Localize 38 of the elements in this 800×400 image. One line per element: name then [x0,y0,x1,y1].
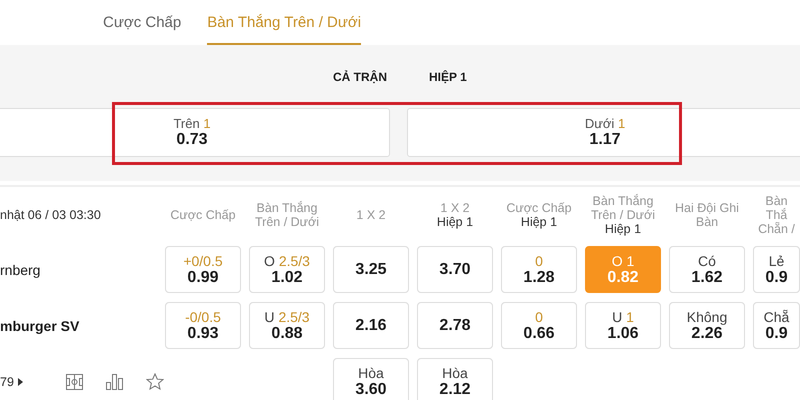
odds-button[interactable]: Có 1.62 [669,246,745,293]
pitch-icon[interactable] [66,374,83,390]
odds-button[interactable]: Chẵ 0.9 [753,302,800,349]
column-header: 1 X 2 Hiệp 1 [436,200,474,231]
team-name: mburger SV [0,318,80,334]
odds-button[interactable]: Lẻ 0.9 [753,246,800,293]
odds-button[interactable]: Không 2.26 [669,302,745,349]
odds-button[interactable]: -0/0.5 0.93 [165,302,241,349]
bar-chart-icon[interactable] [106,374,123,390]
column-header: Bàn Thắ Chẵn / [757,193,796,237]
odds-button[interactable]: Hòa 3.60 [333,358,409,400]
odds-option-card[interactable]: Trên 1 0.73 [0,108,390,157]
odds-button[interactable]: +0/0.5 0.99 [165,246,241,293]
odds-option-card[interactable]: Dưới 1 1.17 [407,108,800,157]
market-tab[interactable]: Cược Chấp [103,0,182,45]
odds-button[interactable]: O 2.5/3 1.02 [249,246,325,293]
column-header: Cược Chấp [169,207,237,224]
team-name: rnberg [0,262,42,278]
more-markets-count[interactable]: 79 [0,374,14,388]
odds-button[interactable]: 3.25 [333,246,409,293]
odds-button[interactable]: U 1 1.06 [585,302,661,349]
column-header: Bàn Thắng Trên / Dưới Hiệp 1 [590,193,656,237]
column-header: Hai Đội Ghi Bàn [674,200,740,231]
star-icon[interactable] [146,373,164,390]
column-header: Cược Chấp Hiệp 1 [505,200,573,231]
period-tab[interactable]: HIỆP 1 [429,70,467,83]
column-header: Bàn Thắng Trên / Dưới [254,200,320,231]
period-tab[interactable]: CẢ TRẬN [333,70,387,83]
match-time: nhật 06 / 03 03:30 [0,208,102,222]
odds-button[interactable]: 3.70 [417,246,493,293]
odds-button[interactable]: 2.16 [333,302,409,349]
odds-button[interactable]: 0 1.28 [501,246,577,293]
odds-button[interactable]: Hòa 2.12 [417,358,493,400]
odds-button[interactable]: U 2.5/3 0.88 [249,302,325,349]
caret-icon [18,378,23,386]
column-header: 1 X 2 [355,207,387,224]
odds-button[interactable]: 0 0.66 [501,302,577,349]
odds-button[interactable]: 2.78 [417,302,493,349]
